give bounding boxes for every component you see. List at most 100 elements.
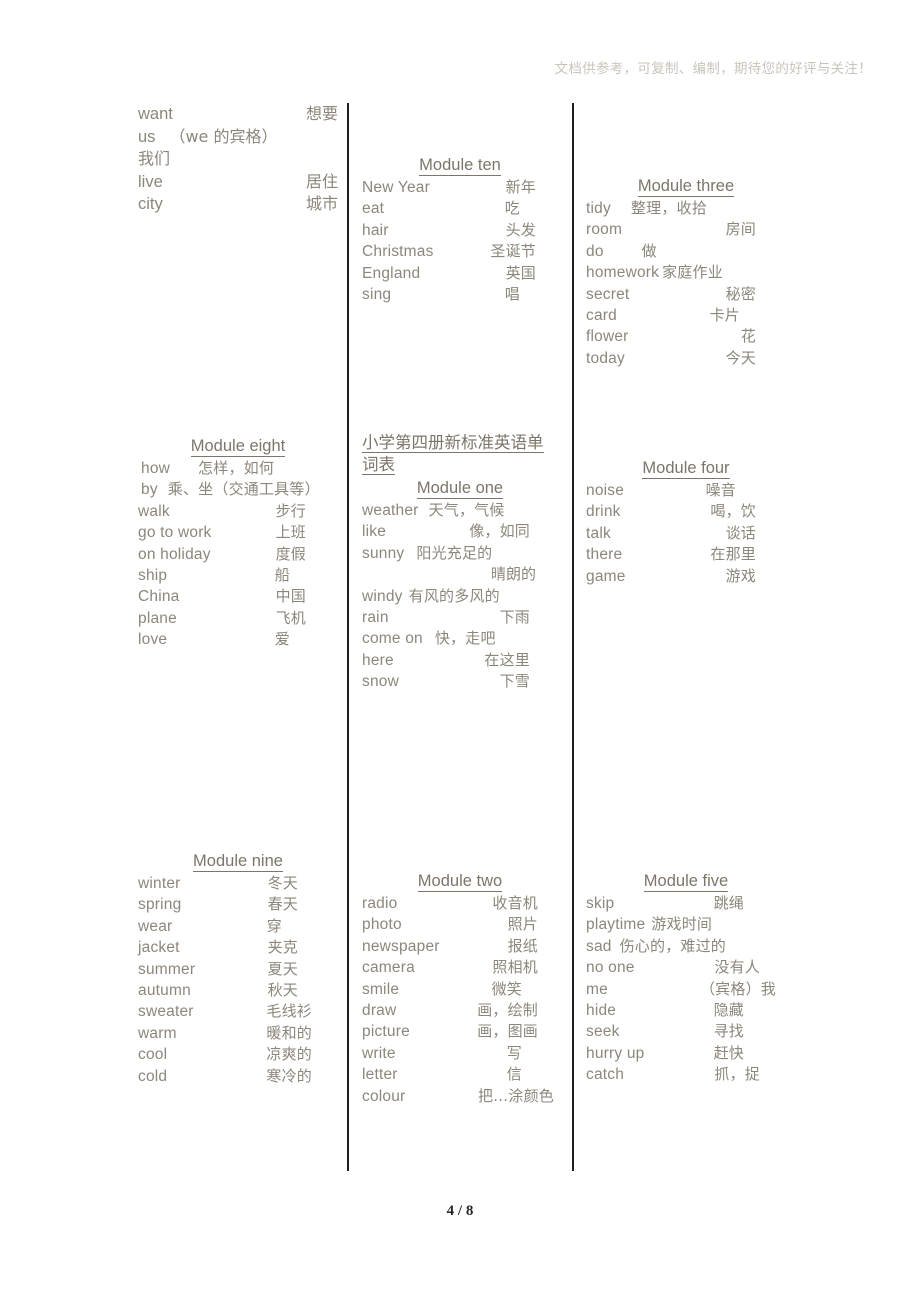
vocab-word-zh: 快，走吧	[434, 629, 496, 648]
vocab-entry: do 做	[586, 241, 786, 262]
vocab-word-en: like	[362, 523, 387, 541]
vocab-word-en: letter	[362, 1066, 398, 1084]
vocab-word-zh: 凉爽的	[266, 1045, 312, 1064]
vocab-word-en: autumn	[138, 982, 191, 1000]
vocab-word-en: rain	[362, 609, 389, 627]
vocab-entry: us （we 的宾格）	[138, 126, 338, 149]
vocab-entry: letter 信	[362, 1064, 558, 1085]
right-column: Module three tidy 整理，收拾 room 房间 do 做 hom…	[586, 103, 786, 1173]
module-nine-title: Module nine	[193, 852, 283, 872]
vocab-word-en: drink	[586, 503, 621, 521]
column-divider-left	[347, 103, 349, 1171]
vocab-word-en: noise	[586, 482, 625, 499]
vocab-word-en: Christmas	[362, 243, 434, 261]
vocab-word-en: flower	[586, 328, 629, 346]
vocab-word-zh: 今天	[725, 348, 756, 367]
vocab-entry: England 英国	[362, 263, 558, 284]
vocab-word-en: jacket	[138, 939, 180, 957]
vocab-word-en: wear	[138, 917, 173, 935]
vocab-entry: game 游戏	[586, 566, 786, 587]
vocab-word-zh: 怎样，如何	[198, 459, 275, 477]
vocab-word-en: summer	[138, 960, 196, 978]
vocab-word-en: secret	[586, 285, 630, 303]
vocab-entry: radio 收音机	[362, 893, 558, 914]
vocab-word-zh: 在这里	[484, 650, 530, 669]
vocab-word-en: sunny	[362, 544, 405, 562]
vocab-word-en: homework	[586, 264, 660, 282]
vocab-word-zh: 有风的多风的	[408, 586, 500, 605]
vocab-word-en: want	[138, 105, 173, 123]
vocab-word-zh: 头发	[505, 220, 536, 239]
vocab-entry: talk 谈话	[586, 523, 786, 544]
vocab-entry: hide 隐藏	[586, 1000, 786, 1021]
vocab-word-en: winter	[138, 875, 181, 892]
vocab-word-zh: 圣诞节	[490, 242, 536, 261]
vocab-entry: sing 唱	[362, 284, 558, 305]
vocab-word-en: spring	[138, 896, 182, 914]
vocab-word-zh: 家庭作业	[662, 263, 723, 282]
vocab-entry: catch 抓，捉	[586, 1064, 786, 1085]
vocab-word-zh: 抓，捉	[714, 1065, 760, 1084]
vocab-word-zh: 把…涂颜色	[477, 1086, 554, 1105]
vocab-word-en: New Year	[362, 179, 430, 196]
vocab-entry: drink 喝，饮	[586, 501, 786, 522]
vocab-word-en: England	[362, 264, 421, 282]
vocab-word-en: warm	[138, 1024, 177, 1042]
vocab-word-en: seek	[586, 1023, 620, 1041]
vocab-word-en: skip	[586, 895, 615, 912]
vocab-word-zh: 爱	[274, 630, 290, 649]
vocab-word-en: ship	[138, 567, 168, 585]
vocab-entry: draw 画，绘制	[362, 1000, 558, 1021]
vocab-word-en: us	[138, 127, 156, 146]
vocab-word-zh: 穿	[266, 916, 282, 935]
vocab-entry: live 居住	[138, 171, 338, 194]
vocab-entry: cold 寒冷的	[138, 1066, 338, 1087]
vocab-word-en: do	[586, 242, 604, 260]
vocab-word-en: picture	[362, 1023, 410, 1041]
module-four-block: Module four noise 噪音 drink 喝，饮 talk 谈话 t…	[586, 458, 786, 587]
vocab-word-en: room	[586, 221, 623, 239]
vocab-entry: homework 家庭作业	[586, 262, 786, 283]
vocab-entry: noise 噪音	[586, 480, 786, 501]
word-list-columns: want 想要 us （we 的宾格） 我们 live 居住 city 城市 M…	[0, 103, 920, 1173]
vocab-entry: snow 下雪	[362, 671, 558, 692]
vocab-word-en: sad	[586, 937, 612, 955]
module-eight-block: Module eight how 怎样，如何 by 乘、坐（交通工具等） wal…	[138, 436, 338, 651]
vocab-word-en: on holiday	[138, 545, 211, 563]
vocab-word-zh: 照片	[507, 915, 538, 934]
column-divider-right	[572, 103, 574, 1171]
vocab-word-zh: 寻找	[713, 1022, 744, 1041]
vocab-entry: Christmas 圣诞节	[362, 241, 558, 262]
vocab-word-en: windy	[362, 587, 403, 605]
vocab-word-zh: 下雨	[499, 608, 530, 627]
vocab-word-en: walk	[138, 502, 170, 520]
vocab-entry: spring 春天	[138, 894, 338, 915]
vocab-word-en: cool	[138, 1046, 168, 1064]
vocab-word-en: hurry up	[586, 1044, 645, 1062]
vocab-word-zh: 花	[740, 327, 756, 346]
vocab-word-en: draw	[362, 1002, 397, 1020]
vocab-word-en: playtime	[586, 916, 646, 934]
vocab-word-zh: 暖和的	[266, 1023, 312, 1042]
vocab-word-en: radio	[362, 895, 398, 912]
vocab-word-zh: 中国	[275, 587, 306, 606]
module-two-block: Module two radio 收音机 photo 照片 newspaper …	[362, 871, 558, 1107]
module-three-title: Module three	[637, 177, 735, 197]
vocab-word-zh: （宾格）我	[699, 979, 776, 998]
vocab-word-zh: 船	[274, 566, 290, 585]
vocab-word-zh: 写	[506, 1043, 522, 1062]
vocab-word-zh: 飞机	[275, 608, 306, 627]
module-nine-block: Module nine winter 冬天 spring 春天 wear 穿 j…	[138, 851, 338, 1087]
vocab-word-zh: 报纸	[507, 936, 538, 955]
vocab-entry: summer 夏天	[138, 959, 338, 980]
vocab-entry: tidy 整理，收拾	[586, 198, 786, 219]
vocab-entry: eat 吃	[362, 198, 558, 219]
vocab-entry: seek 寻找	[586, 1021, 786, 1042]
vocab-word-zh: 毛线衫	[266, 1002, 312, 1021]
vocab-word-en: no one	[586, 959, 635, 977]
vocab-word-zh: （we 的宾格）	[169, 126, 278, 146]
vocab-word-zh: 做	[641, 241, 657, 260]
vocab-word-zh: 想要	[305, 104, 338, 123]
vocab-entry-continuation: 晴朗的	[490, 565, 536, 584]
vocab-word-zh: 秋天	[267, 981, 298, 1000]
